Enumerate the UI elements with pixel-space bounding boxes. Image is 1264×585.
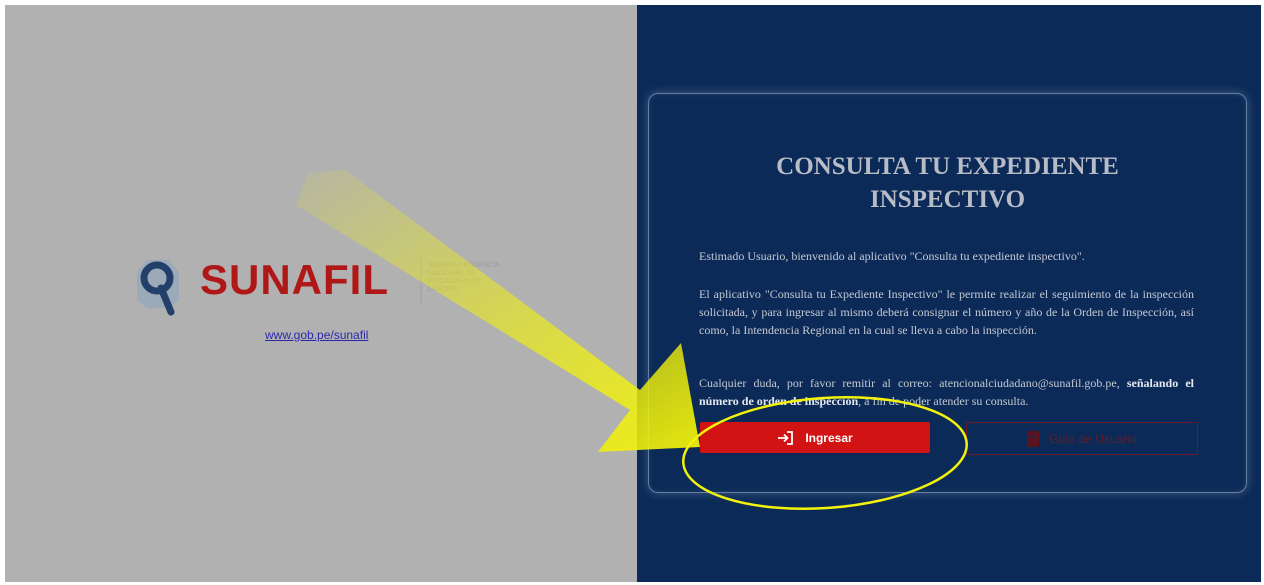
logo-subtitle-line: LABORAL xyxy=(428,286,461,293)
sunafil-logo: SUNAFIL SUPERINTENDENCIA NACIONAL DE FIS… xyxy=(135,248,525,328)
login-button-label: Ingresar xyxy=(805,430,853,445)
login-arrow-icon xyxy=(777,430,795,446)
logo-subtitle-line: FISCALIZACIÓN xyxy=(428,278,481,285)
pdf-document-icon xyxy=(1027,430,1040,447)
logo-subtitle-line: SUPERINTENDENCIA xyxy=(428,262,500,269)
user-guide-label: Guía de Usuario xyxy=(1049,431,1137,446)
left-branding-panel: SUNAFIL SUPERINTENDENCIA NACIONAL DE FIS… xyxy=(5,5,637,582)
description-paragraph: El aplicativo "Consulta tu Expediente In… xyxy=(699,287,1194,337)
contact-end-text: , a fin de poder atender su consulta. xyxy=(858,394,1029,408)
magnifier-logo-icon xyxy=(137,260,179,316)
contact-paragraph: Cualquier duda, por favor remitir al cor… xyxy=(699,374,1194,410)
welcome-paragraph: Estimado Usuario, bienvenido al aplicati… xyxy=(699,249,1085,263)
login-button[interactable]: Ingresar xyxy=(700,422,930,453)
logo-divider xyxy=(420,258,422,304)
title-line: CONSULTA TU EXPEDIENTE xyxy=(776,153,1119,180)
logo-subtitle-line: NACIONAL DE xyxy=(428,270,476,277)
logo-subtitle: SUPERINTENDENCIA NACIONAL DE FISCALIZACI… xyxy=(428,262,500,294)
contact-text: Cualquier duda, por favor remitir al cor… xyxy=(699,376,1127,390)
page-title: CONSULTA TU EXPEDIENTE INSPECTIVO xyxy=(649,150,1246,216)
logo-wordmark: SUNAFIL xyxy=(200,256,389,303)
website-link[interactable]: www.gob.pe/sunafil xyxy=(265,328,368,342)
title-line: INSPECTIVO xyxy=(869,186,1026,213)
user-guide-button[interactable]: Guía de Usuario xyxy=(966,422,1198,455)
